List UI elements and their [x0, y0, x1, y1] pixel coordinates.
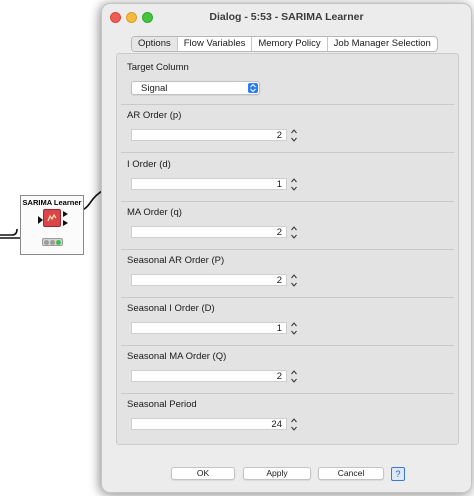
group-divider: [121, 201, 454, 202]
title-bar[interactable]: Dialog - 5:53 - SARIMA Learner: [102, 4, 471, 30]
target-column-value: Signal: [141, 83, 168, 94]
seasonal-ar-order-stepper-icon[interactable]: [290, 272, 298, 289]
tab-options[interactable]: Options: [132, 37, 178, 51]
seasonal-ma-order-value: 2: [276, 371, 282, 382]
seasonal-period-label: Seasonal Period: [127, 399, 197, 410]
seasonal-ma-order-input[interactable]: 2: [131, 370, 287, 382]
sarima-dialog-window: Dialog - 5:53 - SARIMA Learner Options F…: [101, 3, 472, 493]
seasonal-ar-order-value: 2: [276, 275, 282, 286]
seasonal-ar-order-input[interactable]: 2: [131, 274, 287, 286]
seasonal-period-group: Seasonal Period 24: [121, 399, 454, 439]
node-output-port-model[interactable]: [63, 211, 68, 217]
seasonal-i-order-stepper-icon[interactable]: [290, 320, 298, 337]
group-divider: [121, 104, 454, 105]
i-order-value: 1: [276, 179, 282, 190]
seasonal-ar-order-group: Seasonal AR Order (P) 2: [121, 255, 454, 299]
tab-bar: Options Flow Variables Memory Policy Job…: [131, 36, 438, 52]
ar-order-value: 2: [276, 130, 282, 141]
i-order-input[interactable]: 1: [131, 178, 287, 190]
sarima-node-icon: [43, 209, 61, 227]
status-light-red: [44, 240, 49, 245]
group-divider: [121, 152, 454, 153]
i-order-label: I Order (d): [127, 159, 171, 170]
group-divider: [121, 249, 454, 250]
node-output-port-data[interactable]: [63, 220, 68, 226]
ma-order-input[interactable]: 2: [131, 226, 287, 238]
window-title: Dialog - 5:53 - SARIMA Learner: [209, 11, 364, 23]
group-divider: [121, 345, 454, 346]
options-panel: Target Column Signal AR Order (p) 2 I Or…: [116, 53, 459, 445]
i-order-group: I Order (d) 1: [121, 159, 454, 203]
seasonal-period-input[interactable]: 24: [131, 418, 287, 430]
ar-order-label: AR Order (p): [127, 110, 182, 121]
ma-order-group: MA Order (q) 2: [121, 207, 454, 251]
seasonal-i-order-value: 1: [276, 323, 282, 334]
apply-button[interactable]: Apply: [243, 467, 311, 480]
node-status-lights: [42, 238, 63, 246]
seasonal-ma-order-group: Seasonal MA Order (Q) 2: [121, 351, 454, 395]
ar-order-input[interactable]: 2: [131, 129, 287, 141]
group-divider: [121, 297, 454, 298]
ar-order-group: AR Order (p) 2: [121, 110, 454, 154]
seasonal-ma-order-label: Seasonal MA Order (Q): [127, 351, 227, 362]
seasonal-i-order-label: Seasonal I Order (D): [127, 303, 215, 314]
seasonal-period-stepper-icon[interactable]: [290, 416, 298, 433]
status-light-green: [56, 240, 61, 245]
sarima-learner-node[interactable]: SARIMA Learner: [20, 195, 84, 255]
target-column-label: Target Column: [127, 62, 189, 73]
group-divider: [121, 393, 454, 394]
tab-job-manager-selection[interactable]: Job Manager Selection: [328, 37, 437, 51]
i-order-stepper-icon[interactable]: [290, 176, 298, 193]
node-title: SARIMA Learner: [22, 198, 82, 207]
seasonal-ma-order-stepper-icon[interactable]: [290, 368, 298, 385]
ma-order-label: MA Order (q): [127, 207, 182, 218]
tab-memory-policy[interactable]: Memory Policy: [252, 37, 328, 51]
tab-flow-variables[interactable]: Flow Variables: [178, 37, 253, 51]
target-column-group: Target Column Signal: [121, 62, 454, 105]
seasonal-ar-order-label: Seasonal AR Order (P): [127, 255, 225, 266]
ar-order-stepper-icon[interactable]: [290, 127, 298, 144]
seasonal-i-order-group: Seasonal I Order (D) 1: [121, 303, 454, 347]
seasonal-period-value: 24: [271, 419, 282, 430]
cancel-button[interactable]: Cancel: [318, 467, 384, 480]
seasonal-i-order-input[interactable]: 1: [131, 322, 287, 334]
ma-order-stepper-icon[interactable]: [290, 224, 298, 241]
ma-order-value: 2: [276, 227, 282, 238]
ok-button[interactable]: OK: [171, 467, 235, 480]
help-icon[interactable]: ?: [391, 467, 405, 481]
dropdown-arrows-icon[interactable]: [248, 83, 258, 93]
status-light-yellow: [50, 240, 55, 245]
target-column-select[interactable]: Signal: [131, 81, 260, 95]
